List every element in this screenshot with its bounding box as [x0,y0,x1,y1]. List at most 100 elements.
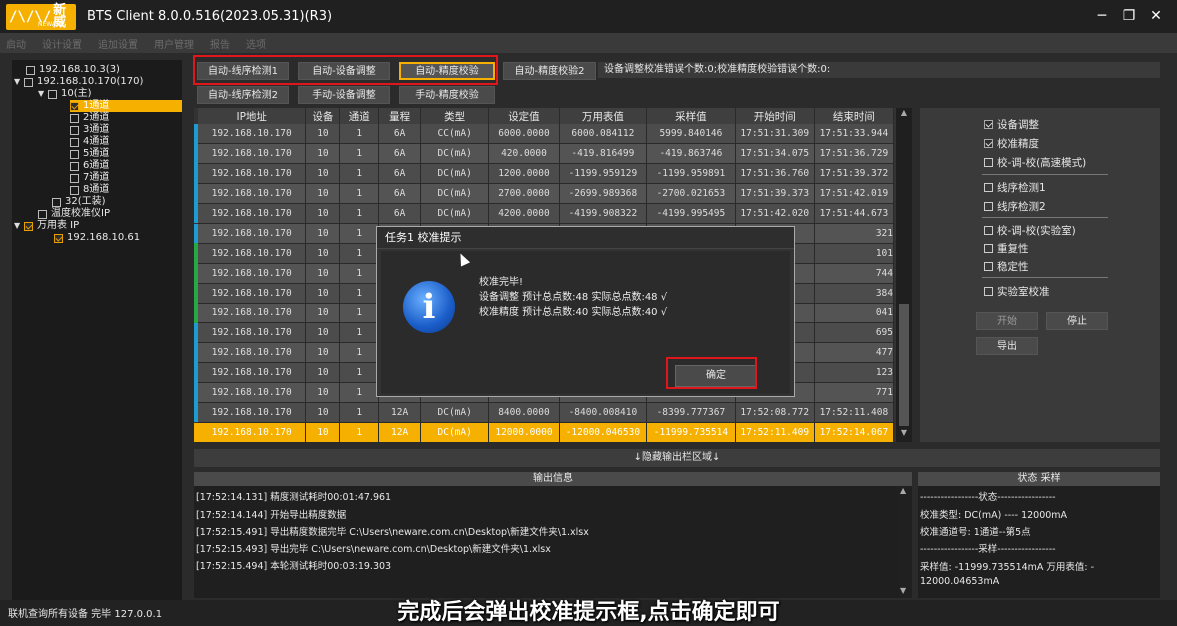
option-device-adjust[interactable]: 设备调整 [984,117,1039,132]
chevron-down-icon[interactable]: ▼ [14,76,24,88]
start-button[interactable]: 开始 [976,312,1038,330]
col-sample[interactable]: 采样值 [646,108,736,124]
col-type[interactable]: 类型 [420,108,490,124]
scroll-up-icon[interactable]: ▲ [898,108,910,120]
col-channel[interactable]: 通道 [339,108,380,124]
minimize-icon[interactable]: ─ [1092,6,1112,26]
tree-node-unit-32[interactable]: 32(工装) [52,196,106,208]
hide-output-toggle[interactable]: ↓隐藏输出栏区域↓ [194,449,1160,467]
table-row-selected[interactable]: 192.168.10.170 10 1 12A DC(mA) 12000.0000 -120… [198,422,895,443]
tree-node-channel-1[interactable]: 1通道 [70,100,182,112]
scroll-thumb[interactable] [899,304,909,426]
close-icon[interactable]: ✕ [1146,6,1166,26]
checkbox[interactable] [984,226,993,235]
checkbox[interactable] [984,244,993,253]
col-device[interactable]: 设备 [305,108,341,124]
toolbar-item-append[interactable]: 追加设置 [98,36,138,51]
checkbox[interactable] [984,262,993,271]
manual-precision-check-button[interactable]: 手动-精度校验 [399,86,495,104]
chevron-down-icon[interactable]: ▼ [38,88,48,100]
table-row[interactable]: 192.168.10.170 10 1 6A DC(mA) 2700.0000 -2699.… [198,183,895,205]
tree-node-channel-4[interactable]: 4通道 [70,136,109,148]
restore-icon[interactable]: ❐ [1119,6,1139,26]
col-ip[interactable]: IP地址 [198,108,307,124]
col-start-time[interactable]: 开始时间 [735,108,815,124]
checkbox[interactable] [24,77,33,87]
tree-node-channel-7[interactable]: 7通道 [70,172,109,184]
checkbox[interactable] [984,183,993,192]
tree-node-unit-10[interactable]: ▼ 10(主) [38,88,92,100]
tree-node-channel-2[interactable]: 2通道 [70,112,109,124]
cell-range: 6A [378,124,422,145]
col-end-time[interactable]: 结束时间 [814,108,895,124]
option-seq-check1[interactable]: 线序检测1 [984,180,1046,195]
col-multimeter[interactable]: 万用表值 [559,108,648,124]
auto-seq-check2-button[interactable]: 自动-线序检测2 [197,86,289,104]
output-scrollbar[interactable]: ▲ ▼ [898,486,912,598]
table-row[interactable]: 192.168.10.170 10 1 6A DC(mA) 1200.0000 -1199.… [198,163,895,185]
stop-button[interactable]: 停止 [1046,312,1108,330]
col-setpoint[interactable]: 设定值 [488,108,560,124]
toolbar-item-design[interactable]: 设计设置 [42,36,82,51]
cell-end-time: 17:51:44.673 [814,203,895,224]
tree-node-device-3[interactable]: 192.168.10.3(3) [26,64,120,76]
option-repeatability[interactable]: 重复性 [984,241,1029,256]
table-row[interactable]: 192.168.10.170 10 1 6A CC(mA) 6000.0000 6000.0… [198,124,895,145]
checkbox[interactable] [70,149,79,159]
checkbox[interactable] [38,209,47,219]
checkbox[interactable] [70,101,79,111]
checkbox[interactable] [70,185,79,195]
tree-node-channel-3[interactable]: 3通道 [70,124,109,136]
table-scrollbar[interactable]: ▲ ▼ [896,108,912,442]
table-row[interactable]: 192.168.10.170 10 1 6A DC(mA) 4200.0000 -4199.… [198,203,895,224]
export-button[interactable]: 导出 [976,337,1038,355]
option-stability[interactable]: 稳定性 [984,259,1029,274]
chevron-down-icon[interactable]: ▼ [14,220,24,232]
cell-device: 10 [305,203,341,224]
manual-device-adjust-button[interactable]: 手动-设备调整 [298,86,390,104]
checkbox[interactable] [54,233,63,243]
tree-node-temp-ip[interactable]: 温度校准仪IP [38,208,110,220]
checkbox[interactable] [70,173,79,183]
checkbox[interactable] [70,125,79,135]
scroll-up-icon[interactable]: ▲ [900,486,906,495]
divider [982,174,1108,175]
cell-end-time: 17:52:11.408 [814,402,895,423]
table-row[interactable]: 192.168.10.170 10 1 12A DC(mA) 8400.0000 -8400… [198,402,895,423]
tree-node-channel-8[interactable]: 8通道 [70,184,109,196]
cell-type: CC(mA) [420,124,490,145]
toolbar-item-report[interactable]: 报告 [210,36,230,51]
scroll-down-icon[interactable]: ▼ [898,428,910,440]
option-cal-adjust-fast[interactable]: 校-调-校(高速模式) [984,155,1086,170]
option-cal-adjust-lab[interactable]: 校-调-校(实验室) [984,223,1076,238]
tree-node-device-170[interactable]: ▼ 192.168.10.170(170) [14,76,143,88]
option-precision[interactable]: 校准精度 [984,136,1039,151]
checkbox[interactable] [984,158,993,167]
col-range[interactable]: 量程 [378,108,422,124]
checkbox[interactable] [52,197,61,207]
tree-node-multimeter-ip[interactable]: ▼ 万用表 IP [14,220,79,232]
checkbox[interactable] [984,139,993,148]
checkbox[interactable] [24,221,33,231]
checkbox[interactable] [70,161,79,171]
checkbox[interactable] [984,287,993,296]
log-line: [17:52:15.494] 本轮测试耗时00:03:19.303 [196,561,392,572]
option-seq-check2[interactable]: 线序检测2 [984,199,1046,214]
tree-node-channel-5[interactable]: 5通道 [70,148,109,160]
checkbox[interactable] [70,113,79,123]
checkbox[interactable] [26,65,35,75]
tree-node-multimeter-addr[interactable]: 192.168.10.61 [54,232,140,244]
checkbox[interactable] [48,89,57,99]
checkbox[interactable] [70,137,79,147]
table-row[interactable]: 192.168.10.170 10 1 6A DC(mA) 420.0000 -419.81… [198,143,895,165]
toolbar-item-users[interactable]: 用户管理 [154,36,194,51]
tree-node-channel-6[interactable]: 6通道 [70,160,109,172]
cell-setpoint: 2700.0000 [488,183,560,205]
auto-precision-check2-button[interactable]: 自动-精度校验2 [503,62,596,80]
toolbar-item-options[interactable]: 选项 [246,36,266,51]
option-lab-calibration[interactable]: 实验室校准 [984,284,1050,299]
checkbox[interactable] [984,202,993,211]
toolbar-item-start[interactable]: 启动 [6,36,26,51]
checkbox[interactable] [984,120,993,129]
tree-label: 温度校准仪IP [51,208,110,219]
